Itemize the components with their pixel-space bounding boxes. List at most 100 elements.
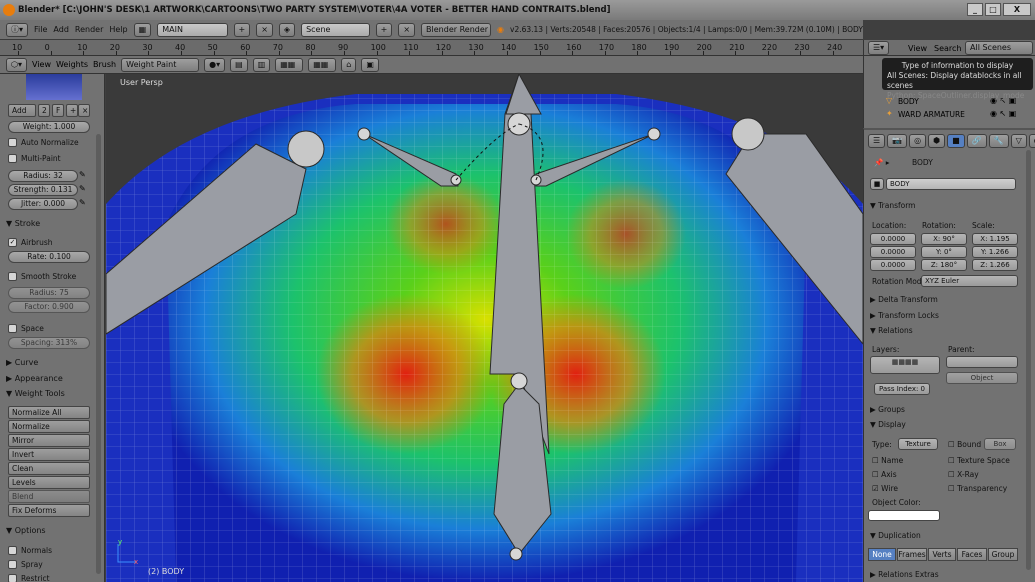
outliner-search-menu[interactable]: Search: [934, 44, 961, 53]
radius-slider[interactable]: Radius: 32: [8, 170, 78, 182]
relations-header[interactable]: ▼ Relations: [870, 326, 913, 335]
smooth-stroke-checkbox[interactable]: Smooth Stroke: [8, 272, 76, 281]
strength-slider[interactable]: Strength: 0.131: [8, 184, 78, 196]
outliner-row-ward-armature[interactable]: WARD ARMATURE: [898, 110, 965, 119]
airbrush-checkbox[interactable]: ✓ Airbrush: [8, 238, 53, 247]
screen-layout-icon[interactable]: ▦: [133, 22, 152, 37]
vertex-mask-toggle[interactable]: ▥: [252, 57, 271, 72]
object-color-swatch[interactable]: [868, 510, 940, 521]
smooth-factor-slider[interactable]: Factor: 0.900: [8, 301, 90, 313]
scale-x-field[interactable]: X: 1.195: [972, 233, 1018, 245]
groups-header[interactable]: ▶ Groups: [870, 405, 905, 414]
scene-selector[interactable]: Scene: [301, 22, 370, 37]
layers-widget[interactable]: ▦▦: [275, 57, 304, 72]
weights-menu[interactable]: Weights: [56, 60, 88, 69]
jitter-slider[interactable]: Jitter: 0.000: [8, 198, 78, 210]
transform-locks-header[interactable]: ▶ Transform Locks: [870, 311, 939, 320]
space-checkbox[interactable]: Space: [8, 324, 44, 333]
fake-user-button[interactable]: F: [52, 104, 64, 117]
clean-button[interactable]: Clean: [8, 462, 90, 475]
stroke-panel-header[interactable]: ▼ Stroke: [6, 219, 40, 228]
editor-type-3d-button[interactable]: ⬡▾: [6, 57, 27, 72]
visibility-eye-icon-2[interactable]: ◉ ↖ ▣: [990, 109, 1016, 118]
location-x-field[interactable]: 0.0000: [870, 233, 916, 245]
multi-paint-checkbox[interactable]: Multi-Paint: [8, 154, 61, 163]
pass-index-field[interactable]: Pass Index: 0: [874, 383, 930, 395]
outliner-editor-type[interactable]: ☰▾: [868, 41, 890, 55]
layers-grid[interactable]: ▦▦▦▦: [870, 356, 940, 374]
editor-type-button[interactable]: ⓘ▾: [6, 22, 29, 37]
tool-shelf-scrollbar[interactable]: [96, 134, 101, 574]
restrict-checkbox[interactable]: Restrict: [8, 574, 50, 582]
pressure-icon[interactable]: ✎: [79, 170, 86, 179]
outliner-view-menu[interactable]: View: [908, 44, 927, 53]
auto-normalize-checkbox[interactable]: Auto Normalize: [8, 138, 79, 147]
display-mode-select[interactable]: All Scenes: [965, 41, 1033, 55]
render-engine-select[interactable]: Blender Render: [421, 22, 492, 37]
weight-paint-mesh[interactable]: [106, 74, 863, 582]
menu-help[interactable]: Help: [109, 25, 127, 34]
view-menu[interactable]: View: [32, 60, 51, 69]
rotation-y-field[interactable]: Y: 0°: [921, 246, 967, 258]
layers-widget-2[interactable]: ▦▦: [308, 57, 337, 72]
blend-button[interactable]: Blend: [8, 490, 90, 503]
weight-tools-panel-header[interactable]: ▼ Weight Tools: [6, 389, 65, 398]
shading-select[interactable]: ●▾: [204, 57, 226, 72]
render-preview-icon[interactable]: ▣: [361, 57, 379, 72]
transform-panel-header[interactable]: ▼ Transform: [870, 201, 915, 210]
duplication-header[interactable]: ▼ Duplication: [870, 531, 921, 540]
face-mask-toggle[interactable]: ▤: [230, 57, 248, 72]
add-brush-button[interactable]: Add: [8, 104, 36, 117]
screen-selector[interactable]: MAIN: [157, 22, 228, 37]
bounds-type-select[interactable]: Box: [984, 438, 1016, 450]
unlink-brush-icon[interactable]: ×: [78, 104, 90, 117]
name-checkbox[interactable]: ☐ Name: [872, 456, 903, 465]
add-screen-button[interactable]: +: [233, 22, 251, 37]
location-y-field[interactable]: 0.0000: [870, 246, 916, 258]
dup-verts-button[interactable]: Verts: [928, 548, 956, 561]
remove-scene-button[interactable]: ×: [398, 22, 416, 37]
brush-menu[interactable]: Brush: [93, 60, 116, 69]
bounds-checkbox[interactable]: ☐ Bound: [948, 440, 981, 449]
normals-checkbox[interactable]: Normals: [8, 546, 52, 555]
parent-type-select[interactable]: Object: [946, 372, 1018, 384]
mirror-button[interactable]: Mirror: [8, 434, 90, 447]
wire-checkbox[interactable]: ☑ Wire: [872, 484, 898, 493]
axis-checkbox[interactable]: ☐ Axis: [872, 470, 897, 479]
lock-camera-icon[interactable]: ⌂: [341, 57, 357, 72]
new-brush-icon[interactable]: +: [66, 104, 78, 117]
curve-panel-header[interactable]: ▶ Curve: [6, 358, 38, 367]
pressure-jitter-icon[interactable]: ✎: [79, 198, 86, 207]
3d-viewport[interactable]: User Persp (2) BODY x y: [106, 74, 863, 582]
rate-slider[interactable]: Rate: 0.100: [8, 251, 90, 263]
normalize-button[interactable]: Normalize: [8, 420, 90, 433]
dup-frames-button[interactable]: Frames: [897, 548, 927, 561]
properties-scrollbar[interactable]: [1026, 150, 1031, 570]
rotation-z-field[interactable]: Z: 180°: [921, 259, 967, 271]
invert-button[interactable]: Invert: [8, 448, 90, 461]
parent-field[interactable]: [946, 356, 1018, 368]
object-name-field[interactable]: BODY: [886, 178, 1016, 190]
options-panel-header[interactable]: ▼ Options: [6, 526, 46, 535]
display-header[interactable]: ▼ Display: [870, 420, 906, 429]
spray-checkbox[interactable]: Spray: [8, 560, 43, 569]
menu-add[interactable]: Add: [53, 25, 69, 34]
menu-render[interactable]: Render: [75, 25, 103, 34]
location-z-field[interactable]: 0.0000: [870, 259, 916, 271]
scale-y-field[interactable]: Y: 1.266: [972, 246, 1018, 258]
smooth-radius-slider[interactable]: Radius: 75: [8, 287, 90, 299]
brush-users-count[interactable]: 2: [38, 104, 50, 117]
dup-group-button[interactable]: Group: [988, 548, 1018, 561]
timeline-ruler[interactable]: 10 0 10 20 30 40 50 60 70 80 90 100 110 120 130 140 150 1…: [0, 40, 863, 56]
add-scene-button[interactable]: +: [375, 22, 393, 37]
dup-none-button[interactable]: None: [868, 548, 896, 561]
dup-faces-button[interactable]: Faces: [957, 548, 987, 561]
rotation-mode-select[interactable]: XYZ Euler: [921, 275, 1018, 287]
xray-checkbox[interactable]: ☐ X-Ray: [948, 470, 979, 479]
weight-slider[interactable]: Weight: 1.000: [8, 121, 90, 133]
pin-icon[interactable]: 📌 ▸: [874, 158, 890, 167]
rotation-x-field[interactable]: X: 90°: [921, 233, 967, 245]
properties-context-tabs[interactable]: ☰📷◎⬢■🔗🔧▽●▦: [868, 134, 1035, 148]
texture-space-checkbox[interactable]: ☐ Texture Space: [948, 456, 1010, 465]
maximize-button[interactable]: □: [985, 3, 1001, 16]
